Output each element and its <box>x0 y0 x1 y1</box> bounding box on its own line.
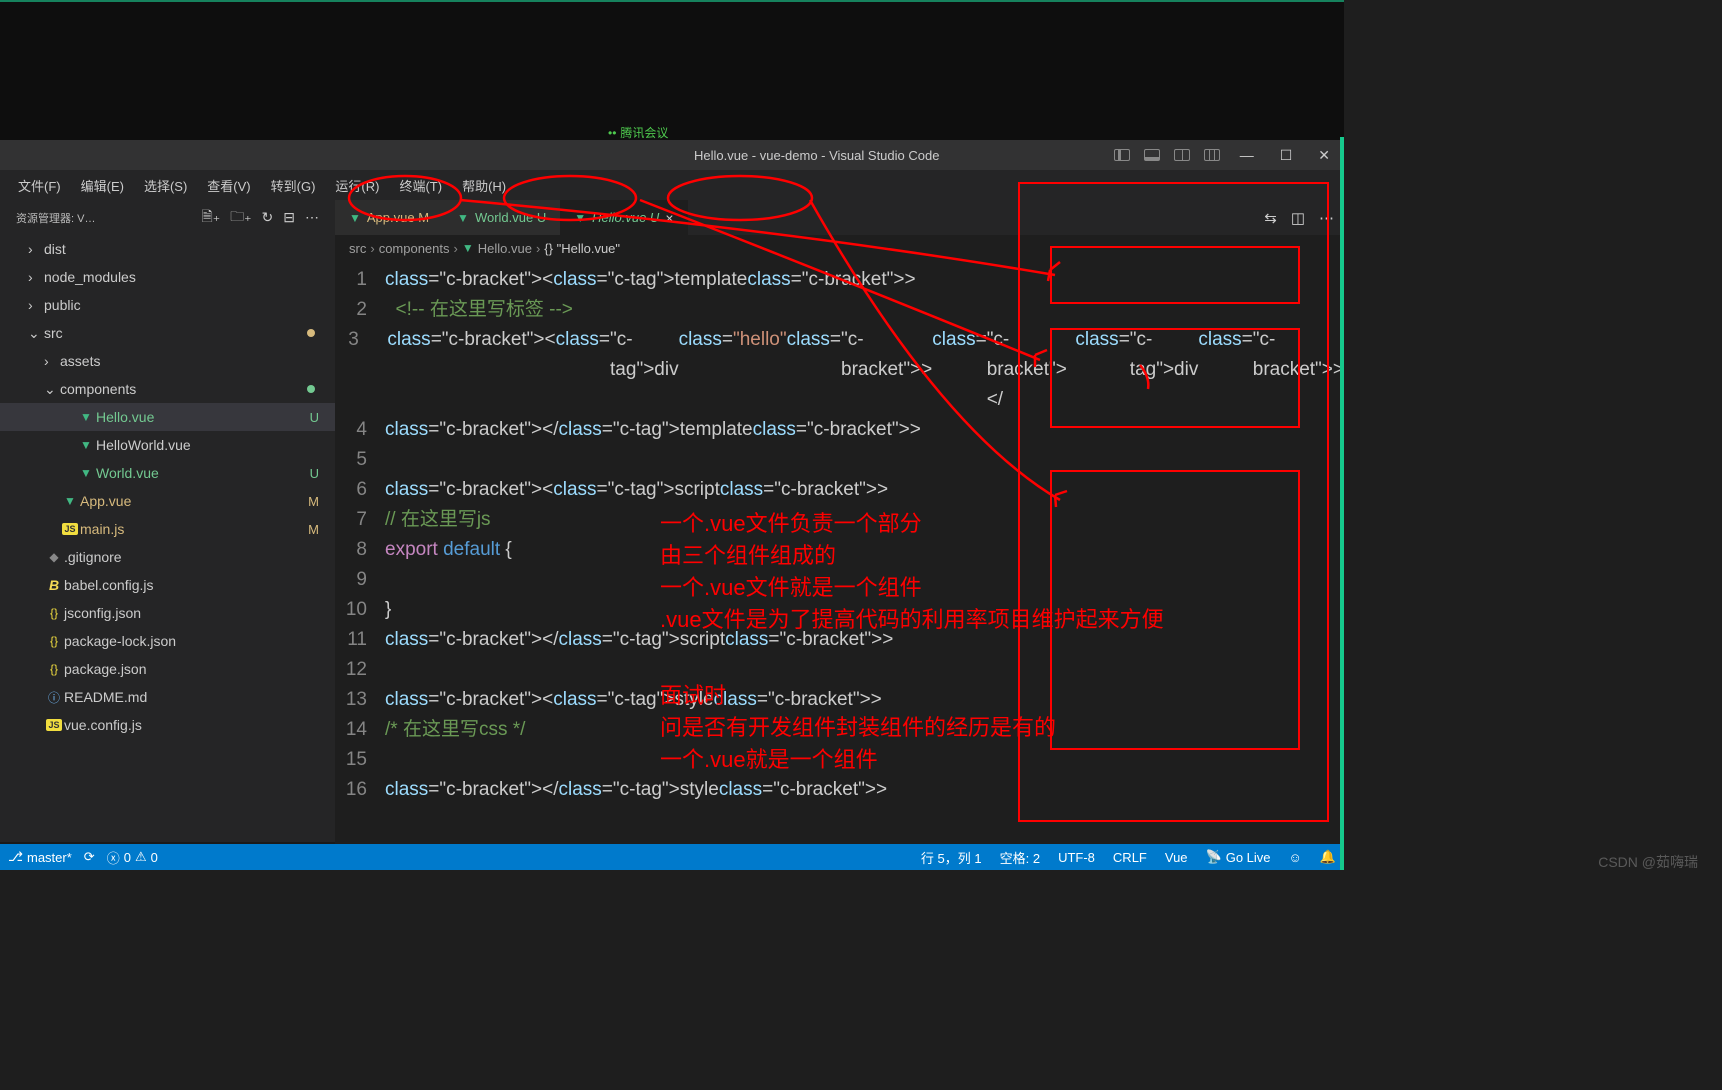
close-tab-icon[interactable]: × <box>665 210 673 226</box>
sb-branch[interactable]: ⎇ master* <box>8 849 72 865</box>
code-line-3[interactable]: 3 class="c-bracket"><class="c-tag">div c… <box>335 325 1344 415</box>
sb-spaces[interactable]: 空格: 2 <box>1000 848 1040 867</box>
tab-App-vue[interactable]: ▼App.vue M <box>335 200 443 235</box>
code-line-11[interactable]: 11class="c-bracket"></class="c-tag">scri… <box>335 625 1344 655</box>
tree-item-README-md[interactable]: ⓘREADME.md <box>0 683 335 711</box>
sb-feedback-icon[interactable]: ☺ <box>1289 850 1302 865</box>
tree-item-main-js[interactable]: JSmain.jsM <box>0 515 335 543</box>
meeting-dots-icon <box>608 126 616 140</box>
code-line-13[interactable]: 13class="c-bracket"><class="c-tag">style… <box>335 685 1344 715</box>
tree-item-src[interactable]: ⌄src <box>0 319 335 347</box>
menu-selection[interactable]: 选择(S) <box>134 172 197 199</box>
editor-area: ▼App.vue M▼World.vue U▼Hello.vue U× ⇆ ◫ … <box>335 200 1344 870</box>
code-line-15[interactable]: 15 <box>335 745 1344 775</box>
tree-item-assets[interactable]: ›assets <box>0 347 335 375</box>
tree-item-vue-config-js[interactable]: JSvue.config.js <box>0 711 335 739</box>
code-line-2[interactable]: 2 <!-- 在这里写标签 --> <box>335 295 1344 325</box>
menu-go[interactable]: 转到(G) <box>261 172 326 199</box>
menu-file[interactable]: 文件(F) <box>8 172 71 199</box>
layout-sidebar-icon[interactable] <box>1114 149 1130 161</box>
code-line-14[interactable]: 14/* 在这里写css */ <box>335 715 1344 745</box>
menu-view[interactable]: 查看(V) <box>197 172 260 199</box>
breadcrumb[interactable]: src› components› ▼ Hello.vue› {} "Hello.… <box>335 235 1344 261</box>
minimize-button[interactable]: — <box>1234 147 1260 163</box>
tree-item--gitignore[interactable]: ◆.gitignore <box>0 543 335 571</box>
code-line-5[interactable]: 5 <box>335 445 1344 475</box>
sb-sync[interactable]: ⟳ <box>84 849 95 865</box>
tree-item-node_modules[interactable]: ›node_modules <box>0 263 335 291</box>
bc-components[interactable]: components <box>379 241 450 256</box>
vue-icon: ▼ <box>462 241 474 255</box>
menubar: 文件(F) 编辑(E) 选择(S) 查看(V) 转到(G) 运行(R) 终端(T… <box>0 170 1344 200</box>
new-file-icon[interactable]: 🗎₊ <box>201 206 220 230</box>
bc-src[interactable]: src <box>349 241 366 256</box>
sb-golive[interactable]: 📡 Go Live <box>1206 849 1271 865</box>
menu-edit[interactable]: 编辑(E) <box>71 172 134 199</box>
bc-symbol[interactable]: {} "Hello.vue" <box>544 241 620 256</box>
tab-World-vue[interactable]: ▼World.vue U <box>443 200 560 235</box>
tree-item-babel-config-js[interactable]: Bbabel.config.js <box>0 571 335 599</box>
statusbar: ⎇ master* ⟳ ⓧ 0 ⚠ 0 行 5，列 1 空格: 2 UTF-8 … <box>0 844 1344 870</box>
sb-lang[interactable]: Vue <box>1165 850 1188 865</box>
menu-terminal[interactable]: 终端(T) <box>389 172 452 199</box>
maximize-button[interactable]: ☐ <box>1274 147 1299 164</box>
top-dark-area <box>0 0 1344 140</box>
tree-item-components[interactable]: ⌄components <box>0 375 335 403</box>
editor-tabs: ▼App.vue M▼World.vue U▼Hello.vue U× ⇆ ◫ … <box>335 200 1344 235</box>
layout-panel-icon[interactable] <box>1144 149 1160 161</box>
code-line-1[interactable]: 1class="c-bracket"><class="c-tag">templa… <box>335 265 1344 295</box>
code-line-7[interactable]: 7// 在这里写js <box>335 505 1344 535</box>
layout-grid-icon[interactable] <box>1204 149 1220 161</box>
tree-item-HelloWorld-vue[interactable]: ▼HelloWorld.vue <box>0 431 335 459</box>
tab-Hello-vue[interactable]: ▼Hello.vue U× <box>560 200 687 235</box>
menu-help[interactable]: 帮助(H) <box>452 172 516 199</box>
window-title: Hello.vue - vue-demo - Visual Studio Cod… <box>694 148 939 163</box>
sb-cursor[interactable]: 行 5，列 1 <box>921 848 982 867</box>
titlebar-right: — ☐ ✕ <box>1114 147 1336 164</box>
explorer-header: 资源管理器: V… 🗎₊ 🗀₊ ↻ ⊟ ⋯ <box>0 200 335 235</box>
sb-encoding[interactable]: UTF-8 <box>1058 850 1095 865</box>
code-line-9[interactable]: 9 <box>335 565 1344 595</box>
file-tree: ›dist›node_modules›public⌄src›assets⌄com… <box>0 235 335 842</box>
sb-eol[interactable]: CRLF <box>1113 850 1147 865</box>
code-editor[interactable]: 1class="c-bracket"><class="c-tag">templa… <box>335 261 1344 805</box>
code-line-6[interactable]: 6class="c-bracket"><class="c-tag">script… <box>335 475 1344 505</box>
tree-item-jsconfig-json[interactable]: {}jsconfig.json <box>0 599 335 627</box>
layout-split-icon[interactable] <box>1174 149 1190 161</box>
bc-file[interactable]: Hello.vue <box>478 241 532 256</box>
code-line-4[interactable]: 4class="c-bracket"></class="c-tag">templ… <box>335 415 1344 445</box>
code-line-12[interactable]: 12 <box>335 655 1344 685</box>
menu-run[interactable]: 运行(R) <box>325 172 389 199</box>
sb-bell-icon[interactable]: 🔔 <box>1320 849 1336 865</box>
refresh-icon[interactable]: ↻ <box>262 209 274 226</box>
compare-icon[interactable]: ⇆ <box>1264 209 1277 227</box>
titlebar: 腾讯会议 Hello.vue - vue-demo - Visual Studi… <box>0 140 1344 170</box>
tree-item-dist[interactable]: ›dist <box>0 235 335 263</box>
vscode-window: 腾讯会议 Hello.vue - vue-demo - Visual Studi… <box>0 0 1344 870</box>
tree-item-App-vue[interactable]: ▼App.vueM <box>0 487 335 515</box>
green-accent <box>1340 137 1344 870</box>
explorer-title: 资源管理器: V… <box>16 210 95 226</box>
collapse-icon[interactable]: ⊟ <box>283 209 295 226</box>
explorer-sidebar: 资源管理器: V… 🗎₊ 🗀₊ ↻ ⊟ ⋯ ›dist›node_modules… <box>0 200 335 870</box>
meeting-badge: 腾讯会议 <box>608 124 668 141</box>
close-button[interactable]: ✕ <box>1312 147 1336 164</box>
tree-item-package-json[interactable]: {}package.json <box>0 655 335 683</box>
sb-problems[interactable]: ⓧ 0 ⚠ 0 <box>107 848 158 867</box>
tree-item-World-vue[interactable]: ▼World.vueU <box>0 459 335 487</box>
split-editor-icon[interactable]: ◫ <box>1291 209 1305 227</box>
tab-more-icon[interactable]: ⋯ <box>1319 209 1334 227</box>
tree-item-Hello-vue[interactable]: ▼Hello.vueU <box>0 403 335 431</box>
watermark: CSDN @茹嗨瑞 <box>1598 852 1698 872</box>
more-icon[interactable]: ⋯ <box>305 209 319 226</box>
meeting-label: 腾讯会议 <box>620 124 668 141</box>
code-line-10[interactable]: 10} <box>335 595 1344 625</box>
tree-item-package-lock-json[interactable]: {}package-lock.json <box>0 627 335 655</box>
tree-item-public[interactable]: ›public <box>0 291 335 319</box>
code-line-16[interactable]: 16class="c-bracket"></class="c-tag">styl… <box>335 775 1344 805</box>
code-line-8[interactable]: 8export default { <box>335 535 1344 565</box>
new-folder-icon[interactable]: 🗀₊ <box>230 206 251 230</box>
